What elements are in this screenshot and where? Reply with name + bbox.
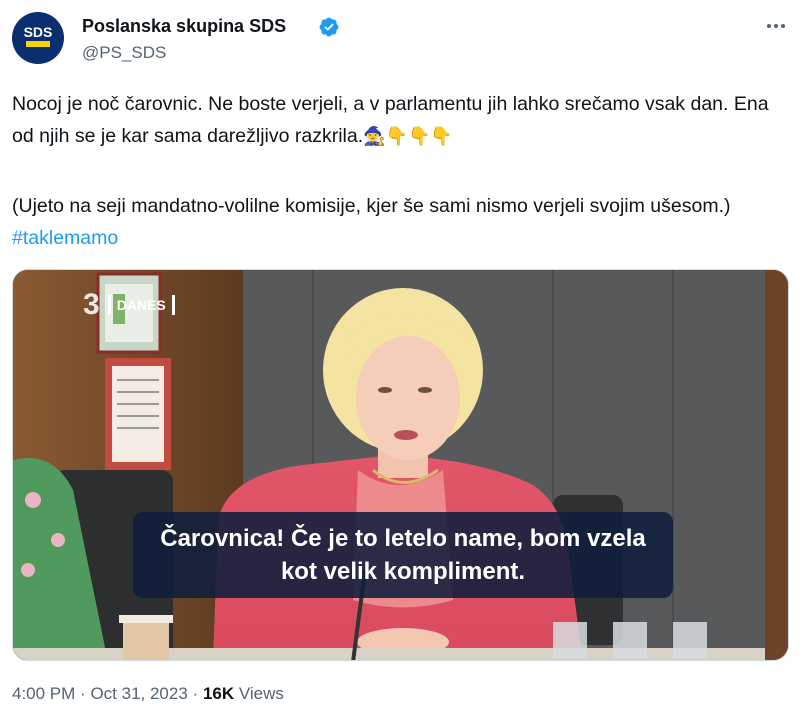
tweet-text-paragraph-2: (Ujeto na seji mandatno-volilne komisije… <box>12 190 782 254</box>
tweet-video-media[interactable]: 3 DANES Čarovnica! Če je to letelo name,… <box>12 269 789 661</box>
channel-badge: 3 DANES <box>83 288 175 321</box>
tweet-time[interactable]: 4:00 PM <box>12 684 75 703</box>
emoji-group: 🧙‍♀️👇👇👇 <box>363 126 453 147</box>
video-frame <box>13 270 788 660</box>
hashtag-link[interactable]: #taklemamo <box>12 227 118 249</box>
speaker-face <box>356 336 460 460</box>
avatar[interactable]: SDS <box>12 12 64 64</box>
video-caption: Čarovnica! Če je to letelo name, bom vze… <box>133 512 673 598</box>
avatar-logo-text: SDS <box>23 24 53 40</box>
tweet-text-paragraph-1: Nocoj je noč čarovnic. Ne boste verjeli,… <box>12 88 782 153</box>
verified-badge-icon <box>319 17 339 37</box>
tweet-date[interactable]: Oct 31, 2023 <box>90 684 187 703</box>
tweet: SDS Poslanska skupina SDS @PS_SDS Nocoj … <box>0 0 801 719</box>
tweet-text-2: (Ujeto na seji mandatno-volilne komisije… <box>12 195 731 217</box>
display-name[interactable]: Poslanska skupina SDS <box>82 16 286 37</box>
avatar-logo-bar <box>26 41 50 47</box>
views-label: Views <box>238 684 284 703</box>
tweet-meta: 4:00 PM · Oct 31, 2023 · 16K Views <box>12 684 284 703</box>
more-options-icon[interactable] <box>762 14 790 38</box>
channel-number: 3 <box>83 288 100 321</box>
handle[interactable]: @PS_SDS <box>82 43 166 63</box>
channel-label: DANES <box>116 297 166 313</box>
views-count: 16K <box>202 684 235 703</box>
